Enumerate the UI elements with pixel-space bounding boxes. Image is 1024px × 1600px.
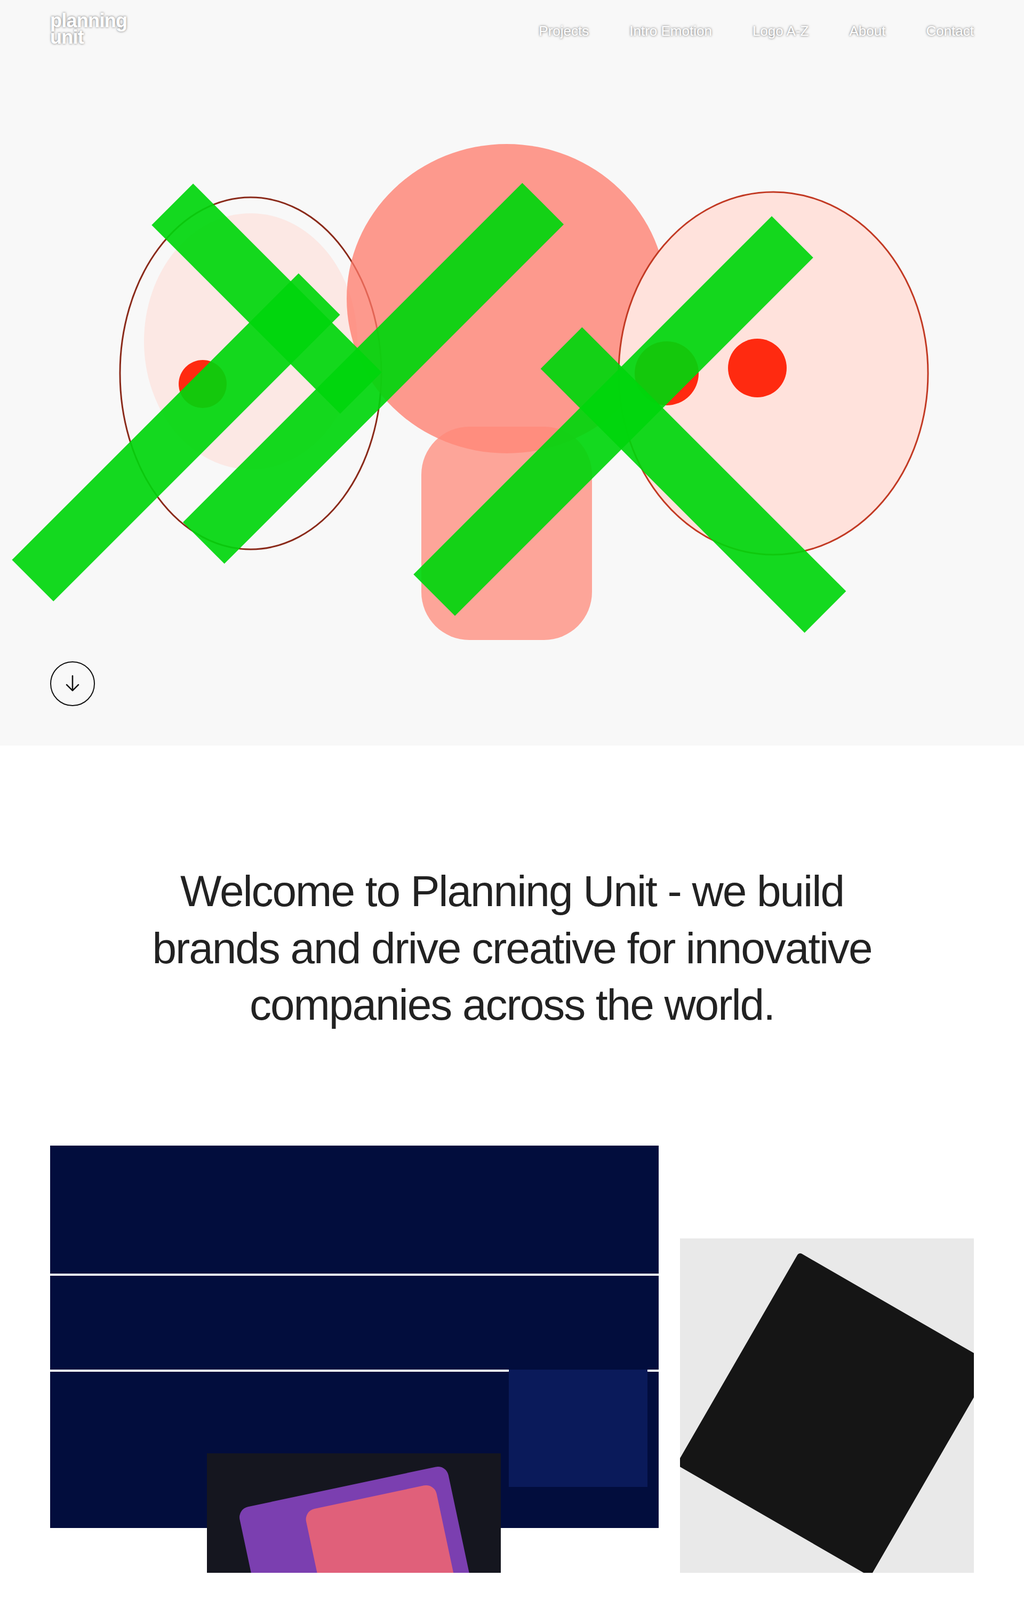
- nav-link[interactable]: Contact: [925, 22, 974, 41]
- project-card[interactable]: [206, 1453, 501, 1573]
- logo-line: unit: [50, 29, 127, 46]
- nav-link[interactable]: About: [849, 22, 886, 41]
- arrow-down-icon: [60, 672, 85, 696]
- logo[interactable]: planningunit: [50, 12, 127, 46]
- scroll-down-button[interactable]: [50, 661, 95, 707]
- logo-line: planning: [50, 12, 127, 30]
- page: planningunit Projects Intro Emotion Logo A-…: [0, 0, 1024, 1600]
- project-grid: [0, 1145, 1024, 1573]
- intro: Welcome to Planning Unit - we build bran…: [0, 745, 1024, 1146]
- nav-link[interactable]: Logo A-Z: [752, 22, 810, 41]
- intro-text: Welcome to Planning Unit - we build bran…: [122, 862, 902, 1034]
- main-nav: Projects Intro Emotion Logo A-Z About Contac…: [538, 12, 974, 41]
- nav-link[interactable]: Intro Emotion: [629, 22, 712, 41]
- site-header: planningunit Projects Intro Emotion Logo A-…: [0, 0, 1024, 46]
- hero: planningunit Projects Intro Emotion Logo A-…: [0, 0, 1024, 746]
- hero-artwork: [0, 0, 1024, 746]
- project-card[interactable]: [680, 1238, 974, 1573]
- nav-link[interactable]: Projects: [538, 22, 589, 41]
